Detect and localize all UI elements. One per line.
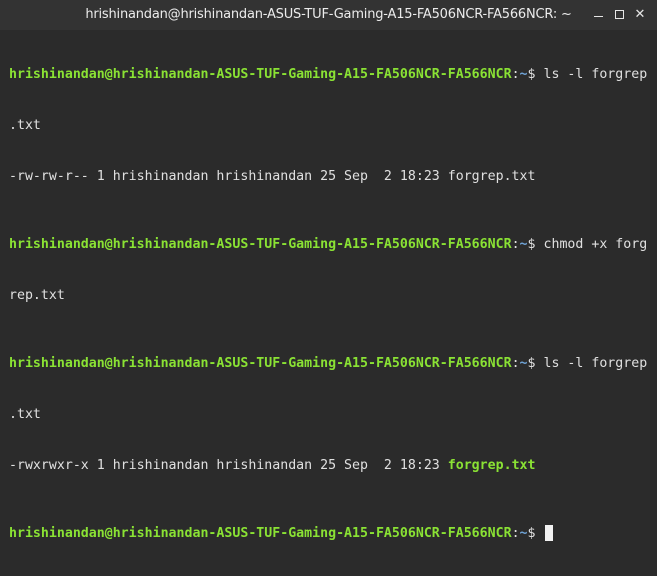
scrollbar[interactable] [651, 30, 657, 435]
prompt-separator: : [511, 356, 520, 371]
output-text: -rwxrwxr-x 1 hrishinandan hrishinandan 2… [9, 458, 448, 473]
prompt-user-host: hrishinandan@hrishinandan-ASUS-TUF-Gamin… [9, 67, 512, 82]
terminal-lines: hrishinandan@hrishinandan-ASUS-TUF-Gamin… [9, 32, 650, 576]
command-text: .txt [9, 118, 41, 133]
prompt-path: ~ [519, 356, 528, 371]
command-text: ls -l forgrep [535, 356, 648, 371]
prompt-separator: : [511, 67, 520, 82]
command-wrap-line: rep.txt [9, 287, 650, 304]
executable-file-name: forgrep.txt [447, 458, 536, 473]
prompt-user-host: hrishinandan@hrishinandan-ASUS-TUF-Gamin… [9, 526, 512, 541]
active-prompt-line[interactable]: hrishinandan@hrishinandan-ASUS-TUF-Gamin… [9, 525, 650, 542]
prompt-symbol: $ [527, 356, 536, 371]
prompt-symbol: $ [527, 526, 536, 541]
prompt-symbol: $ [527, 237, 536, 252]
command-line: hrishinandan@hrishinandan-ASUS-TUF-Gamin… [9, 66, 650, 83]
prompt-path: ~ [519, 237, 528, 252]
output-line: -rwxrwxr-x 1 hrishinandan hrishinandan 2… [9, 457, 650, 474]
command-line: hrishinandan@hrishinandan-ASUS-TUF-Gamin… [9, 236, 650, 253]
maximize-icon[interactable] [609, 5, 629, 25]
close-icon[interactable]: ✕ [630, 5, 650, 25]
prompt-path: ~ [519, 67, 528, 82]
window-title: hrishinandan@hrishinandan-ASUS-TUF-Gamin… [85, 7, 572, 22]
prompt-user-host: hrishinandan@hrishinandan-ASUS-TUF-Gamin… [9, 356, 512, 371]
minimize-icon[interactable] [588, 5, 608, 25]
command-wrap-line: .txt [9, 117, 650, 134]
prompt-path: ~ [519, 526, 528, 541]
command-text: .txt [9, 407, 41, 422]
text-cursor [544, 525, 553, 541]
prompt-user-host: hrishinandan@hrishinandan-ASUS-TUF-Gamin… [9, 237, 512, 252]
terminal-window: hrishinandan@hrishinandan-ASUS-TUF-Gamin… [0, 0, 657, 541]
output-text: -rw-rw-r-- 1 hrishinandan hrishinandan 2… [9, 169, 536, 184]
prompt-symbol: $ [527, 67, 536, 82]
command-text: ls -l forgrep [535, 67, 648, 82]
prompt-separator: : [511, 526, 520, 541]
output-line: -rw-rw-r-- 1 hrishinandan hrishinandan 2… [9, 168, 650, 185]
prompt-separator: : [511, 237, 520, 252]
command-wrap-line: .txt [9, 406, 650, 423]
command-text: chmod +x forg [535, 237, 648, 252]
command-line: hrishinandan@hrishinandan-ASUS-TUF-Gamin… [9, 355, 650, 372]
title-bar[interactable]: hrishinandan@hrishinandan-ASUS-TUF-Gamin… [0, 0, 657, 30]
command-text: rep.txt [9, 288, 65, 303]
terminal-output-area[interactable]: hrishinandan@hrishinandan-ASUS-TUF-Gamin… [0, 30, 657, 541]
